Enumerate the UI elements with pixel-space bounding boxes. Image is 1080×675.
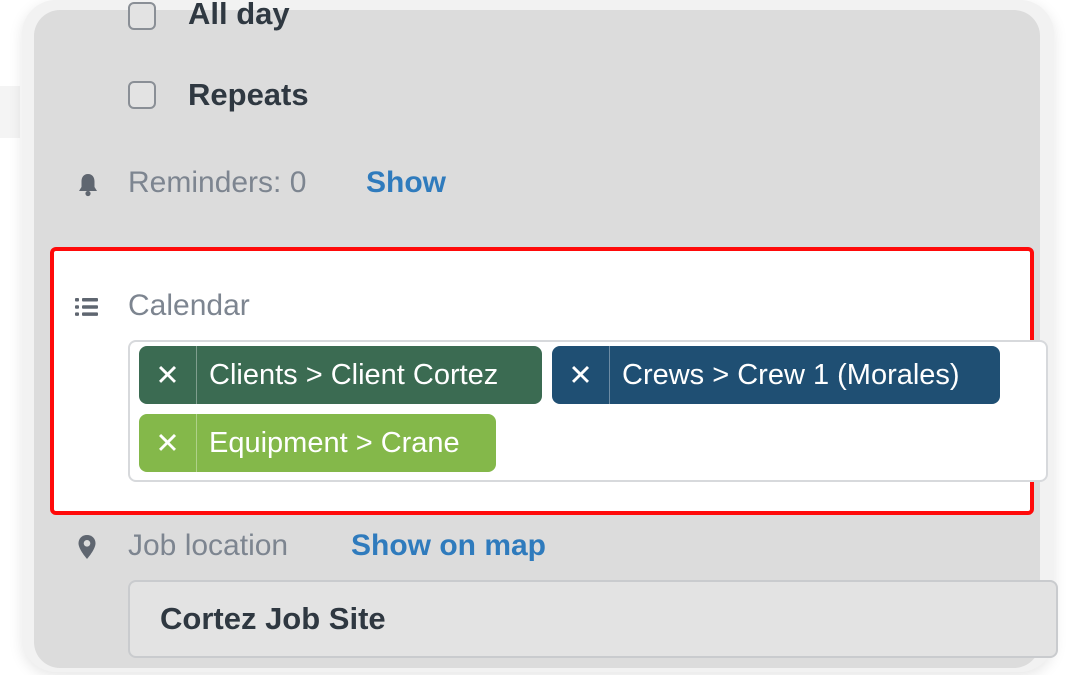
reminders-label: Reminders: 0 (128, 166, 307, 199)
remove-tag-icon[interactable]: ✕ (139, 414, 197, 472)
remove-tag-icon[interactable]: ✕ (139, 346, 197, 404)
calendar-tag-crew-1[interactable]: ✕ Crews > Crew 1 (Morales) (552, 346, 1000, 404)
show-on-map-link[interactable]: Show on map (351, 529, 546, 563)
all-day-checkbox[interactable] (128, 2, 156, 30)
left-edge-strip (0, 86, 20, 138)
calendar-tag-client-cortez[interactable]: ✕ Clients > Client Cortez (139, 346, 542, 404)
map-pin-icon (78, 535, 96, 559)
repeats-label: Repeats (188, 77, 309, 112)
tag-label: Equipment > Crane (209, 426, 460, 459)
list-icon (75, 298, 98, 316)
calendar-tag-equipment-crane[interactable]: ✕ Equipment > Crane (139, 414, 496, 472)
remove-tag-icon[interactable]: ✕ (552, 346, 610, 404)
job-location-label: Job location (128, 529, 289, 562)
reminders-show-link[interactable]: Show (366, 166, 446, 200)
tag-label: Crews > Crew 1 (Morales) (622, 358, 960, 391)
calendar-label: Calendar (128, 289, 250, 322)
tag-label: Clients > Client Cortez (209, 358, 499, 391)
job-location-input[interactable]: Cortez Job Site (128, 580, 1058, 658)
bell-icon (79, 174, 97, 197)
repeats-checkbox[interactable] (128, 81, 156, 109)
all-day-label: All day (188, 0, 290, 31)
